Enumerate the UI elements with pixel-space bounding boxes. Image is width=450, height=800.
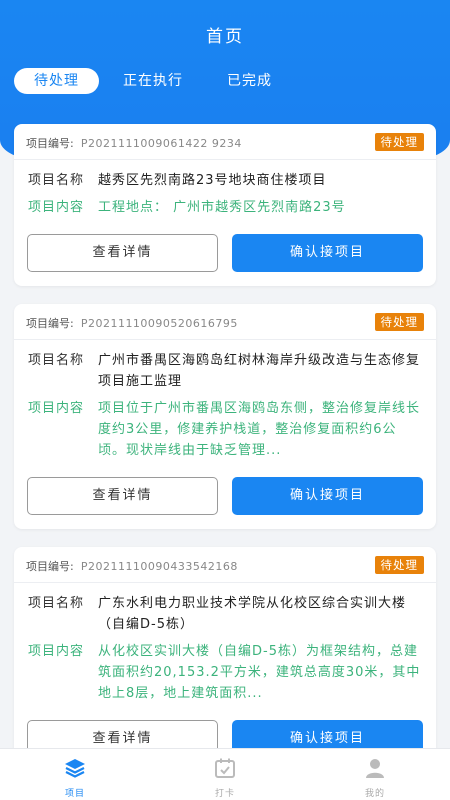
project-card: 项目编号: P2021111009061422 9234 待处理 项目名称 越秀… — [14, 124, 436, 286]
tab-completed[interactable]: 已完成 — [207, 68, 292, 94]
project-code-label: 项目编号: — [26, 317, 74, 330]
project-code-label: 项目编号: — [26, 137, 74, 150]
tabbar-item-projects[interactable]: 项目 — [0, 749, 150, 800]
project-content-row: 项目内容 项目位于广州市番禺区海鸥岛东侧，整治修复岸线长度约3公里，修建养护栈道… — [28, 398, 422, 461]
confirm-accept-button[interactable]: 确认接项目 — [232, 477, 423, 515]
project-content-label: 项目内容 — [28, 200, 85, 215]
status-badge: 待处理 — [374, 312, 424, 331]
tabbar-label: 项目 — [64, 789, 85, 799]
project-name-row: 项目名称 广东水利电力职业技术学院从化校区综合实训大楼（自编D-5栋） — [28, 593, 422, 635]
project-name: 广州市番禺区海鸥岛红树林海岸升级改造与生态修复项目施工监理 — [98, 353, 421, 389]
project-content-label: 项目内容 — [28, 401, 85, 416]
project-name: 广东水利电力职业技术学院从化校区综合实训大楼（自编D-5栋） — [98, 596, 407, 632]
tabbar-item-mine[interactable]: 我的 — [300, 749, 450, 800]
card-header: 项目编号: P20211110090520616795 待处理 — [14, 304, 436, 340]
project-name-row: 项目名称 越秀区先烈南路23号地块商住楼项目 — [28, 170, 422, 191]
confirm-accept-button[interactable]: 确认接项目 — [232, 234, 423, 272]
project-content: 从化校区实训大楼（自编D-5栋）为框架结构，总建筑面积约20,153.2平方米，… — [98, 644, 421, 701]
project-code: P20211110090520616795 — [80, 317, 238, 330]
status-badge: 待处理 — [374, 555, 424, 574]
project-content: 项目位于广州市番禺区海鸥岛东侧，整治修复岸线长度约3公里，修建养护栈道，整治修复… — [98, 401, 421, 458]
tabbar-label: 我的 — [364, 789, 385, 799]
layers-icon — [63, 757, 87, 783]
project-content: 工程地点： 广州市越秀区先烈南路23号 — [98, 200, 346, 215]
tab-in-progress[interactable]: 正在执行 — [103, 68, 203, 94]
project-name-label: 项目名称 — [28, 353, 85, 368]
view-details-button[interactable]: 查看详情 — [27, 477, 218, 515]
project-card: 项目编号: P20211110090520616795 待处理 项目名称 广州市… — [14, 304, 436, 529]
project-name-row: 项目名称 广州市番禺区海鸥岛红树林海岸升级改造与生态修复项目施工监理 — [28, 350, 422, 392]
status-badge: 待处理 — [374, 132, 424, 151]
view-details-button[interactable]: 查看详情 — [27, 234, 218, 272]
user-icon — [363, 757, 387, 783]
page-title: 首页 — [206, 27, 244, 47]
card-header: 项目编号: P2021111009061422 9234 待处理 — [14, 124, 436, 160]
bottom-tab-bar: 项目 打卡 我的 — [0, 748, 450, 800]
calendar-check-icon — [213, 757, 237, 783]
project-content-row: 项目内容 工程地点： 广州市越秀区先烈南路23号 — [28, 197, 422, 218]
project-name-label: 项目名称 — [28, 596, 85, 611]
tab-pending[interactable]: 待处理 — [14, 68, 99, 94]
card-header: 项目编号: P20211110090433542168 待处理 — [14, 547, 436, 583]
project-code: P2021111009061422 9234 — [80, 137, 242, 150]
project-content-label: 项目内容 — [28, 644, 85, 659]
project-name-label: 项目名称 — [28, 173, 85, 188]
project-code: P20211110090433542168 — [80, 560, 238, 573]
tabbar-label: 打卡 — [214, 789, 235, 799]
project-code-label: 项目编号: — [26, 560, 74, 573]
project-content-row: 项目内容 从化校区实训大楼（自编D-5栋）为框架结构，总建筑面积约20,153.… — [28, 641, 422, 704]
status-tabs: 待处理 正在执行 已完成 — [14, 68, 296, 94]
project-name: 越秀区先烈南路23号地块商住楼项目 — [98, 173, 327, 188]
project-list: 项目编号: P2021111009061422 9234 待处理 项目名称 越秀… — [14, 124, 436, 790]
project-card: 项目编号: P20211110090433542168 待处理 项目名称 广东水… — [14, 547, 436, 772]
tabbar-item-checkin[interactable]: 打卡 — [150, 749, 300, 800]
